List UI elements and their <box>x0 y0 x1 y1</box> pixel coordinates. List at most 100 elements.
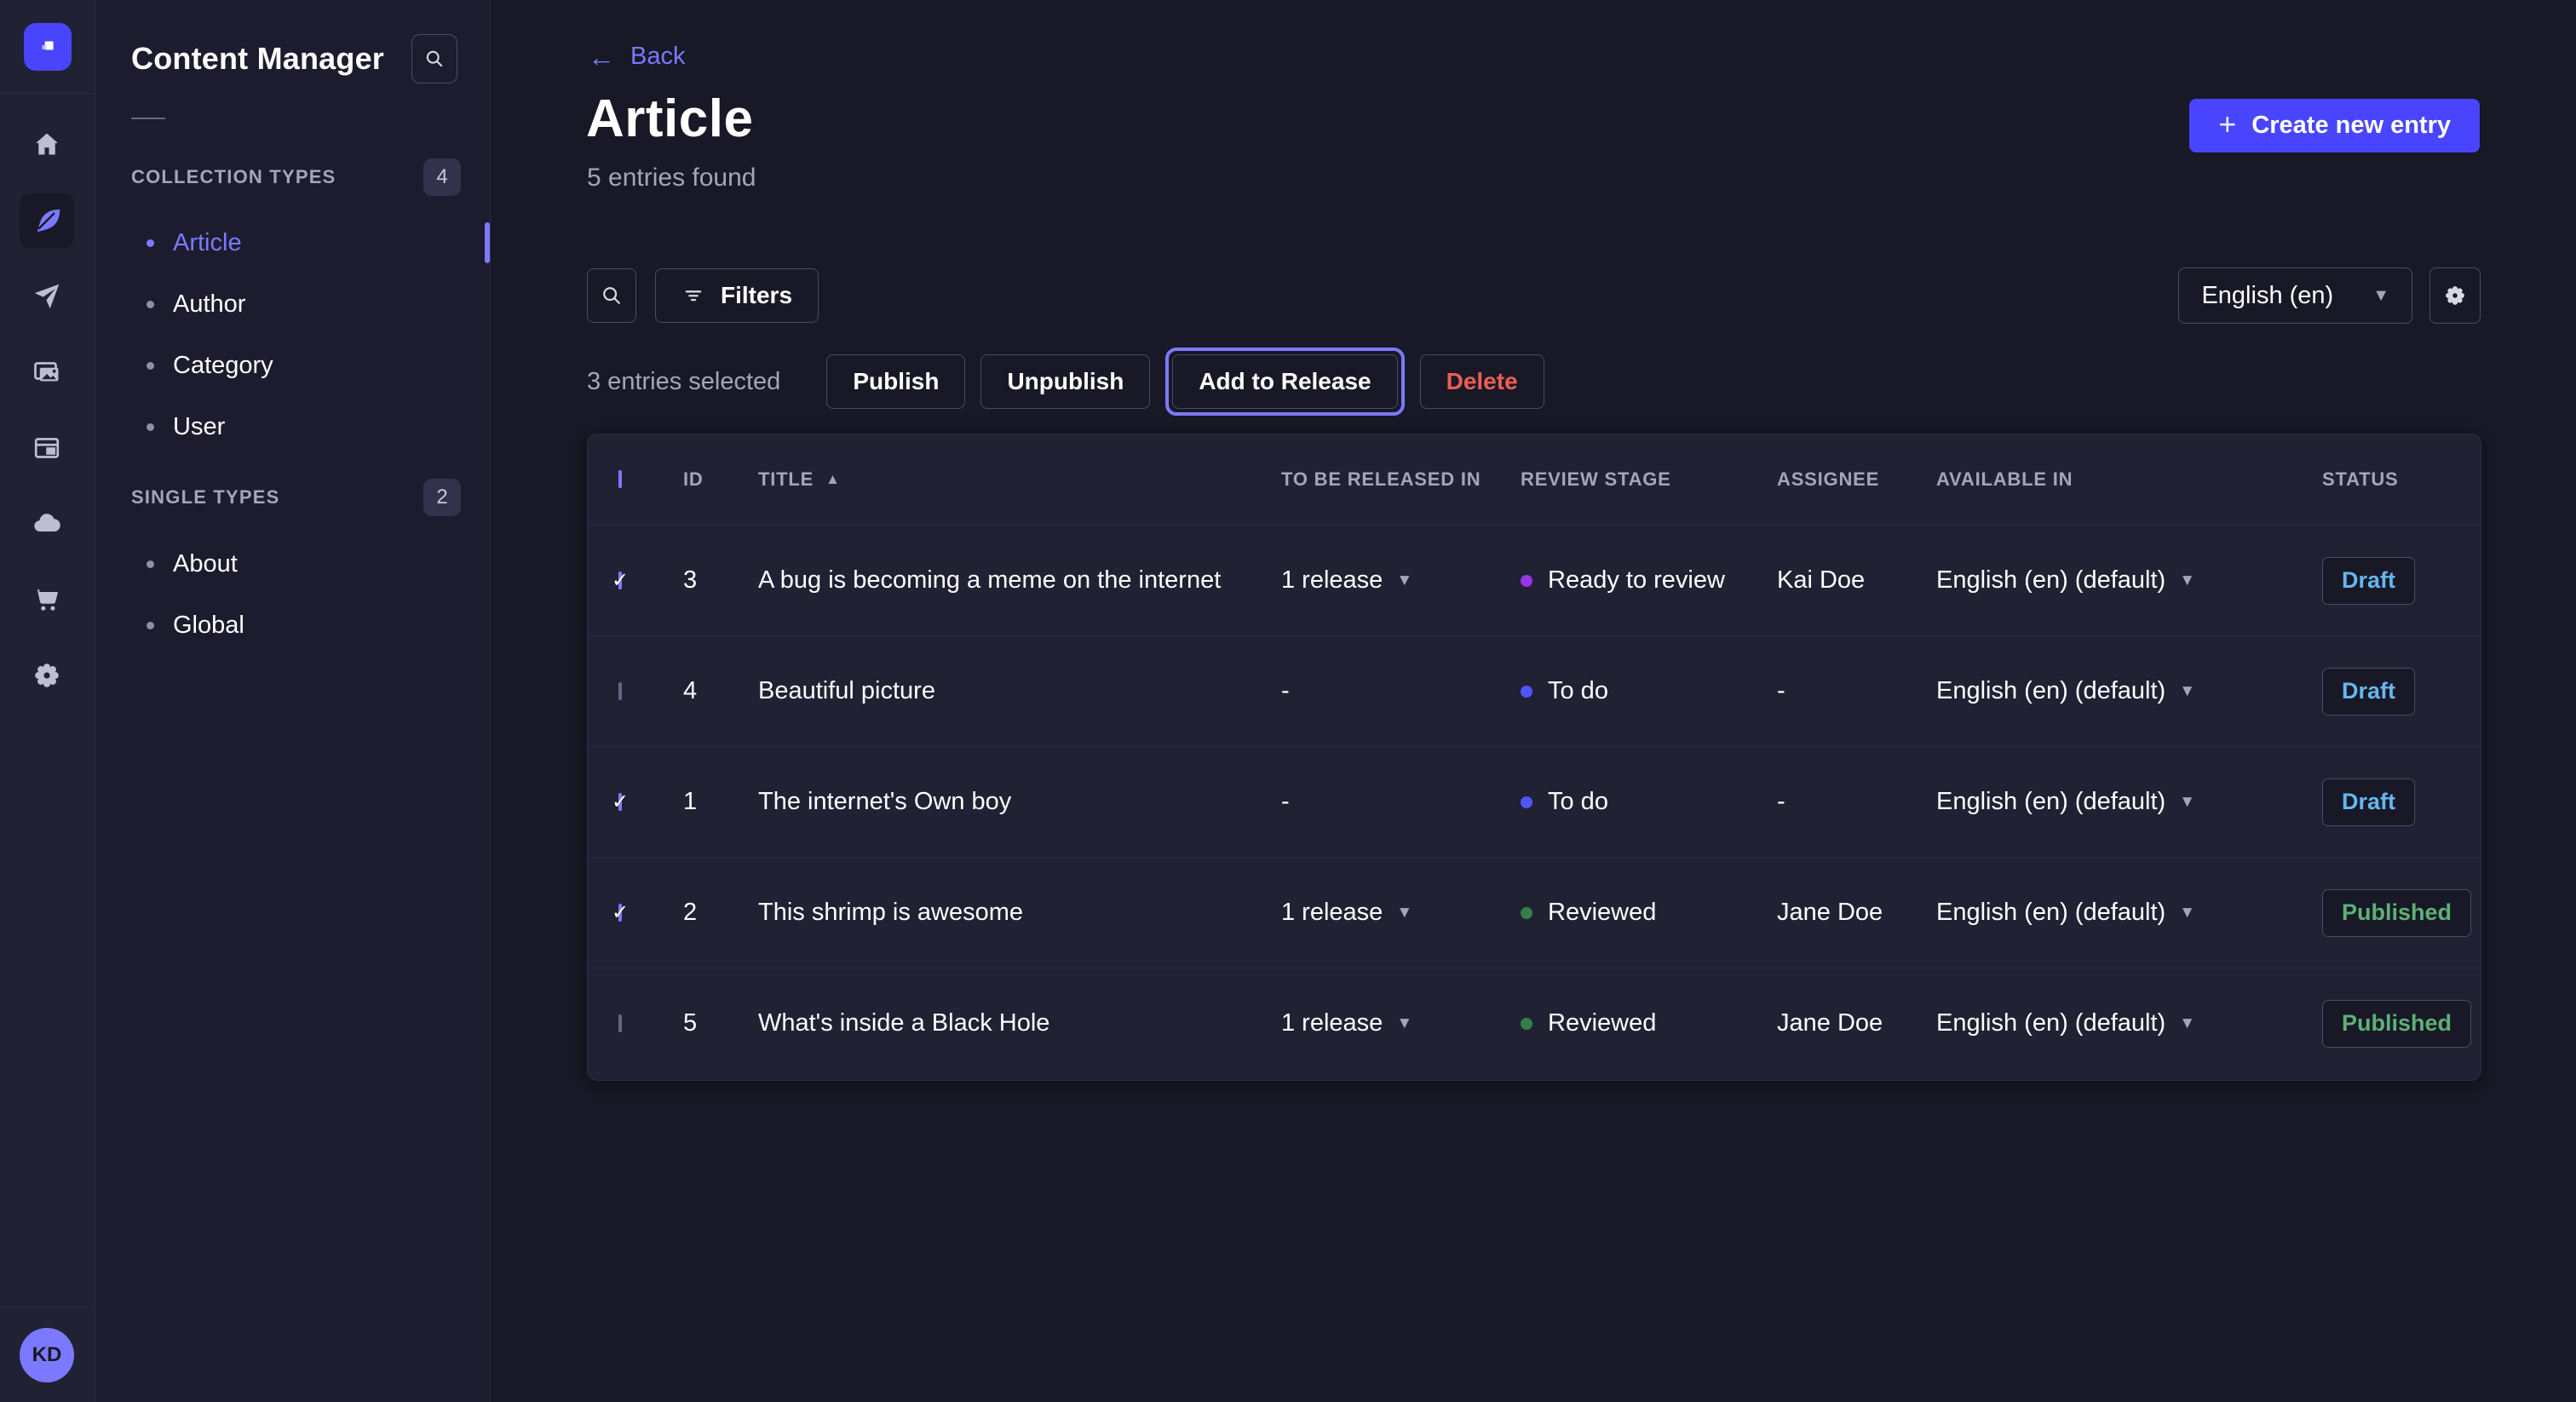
entries-count: 5 entries found <box>587 164 756 192</box>
images-icon <box>32 357 62 388</box>
cell-title: The internet's Own boy <box>758 788 1281 816</box>
select-all-checkbox[interactable] <box>618 470 622 488</box>
sidebar-item-about[interactable]: About <box>147 533 473 595</box>
table-row[interactable]: 5 What's inside a Black Hole 1 release ▼… <box>588 968 2481 1078</box>
bullet-icon <box>147 362 154 370</box>
strapi-logo-icon[interactable] <box>24 23 72 71</box>
cell-available-in[interactable]: English (en) (default) ▼ <box>1936 788 2322 816</box>
cell-id: 2 <box>683 899 758 927</box>
cell-available-in[interactable]: English (en) (default) ▼ <box>1936 899 2322 927</box>
nav-deployments[interactable] <box>20 497 74 551</box>
cell-title: This shrimp is awesome <box>758 899 1281 927</box>
publish-button[interactable]: Publish <box>826 354 965 409</box>
cell-review-stage: To do <box>1521 677 1777 705</box>
sidebar-item-global[interactable]: Global <box>147 595 473 656</box>
list-toolbar: Filters English (en) ▼ <box>587 267 2481 324</box>
create-new-entry-button[interactable]: + Create new entry <box>2189 99 2480 152</box>
user-avatar[interactable]: KD <box>20 1328 74 1382</box>
nav-media-library[interactable] <box>20 345 74 399</box>
cell-assignee: Jane Doe <box>1777 899 1936 927</box>
status-badge: Published <box>2322 1000 2471 1048</box>
delete-button[interactable]: Delete <box>1420 354 1544 409</box>
cell-assignee: Kai Doe <box>1777 566 1936 595</box>
table-row[interactable]: 4 Beautiful picture - ▼ To do - English … <box>588 635 2481 746</box>
status-badge: Draft <box>2322 779 2415 826</box>
bullet-icon <box>147 423 154 431</box>
status-badge: Draft <box>2322 668 2415 715</box>
status-badge: Published <box>2322 889 2471 937</box>
sidebar-item-category[interactable]: Category <box>147 335 473 396</box>
cell-available-in[interactable]: English (en) (default) ▼ <box>1936 566 2322 595</box>
chevron-down-icon: ▼ <box>2179 793 2195 812</box>
feather-icon <box>32 205 62 236</box>
collection-types-label: COLLECTION TYPES <box>131 166 336 188</box>
sidebar-item-user[interactable]: User <box>147 396 473 457</box>
chevron-down-icon: ▼ <box>2179 572 2195 590</box>
row-checkbox[interactable] <box>618 1014 622 1032</box>
table-header-row: ID TITLE ▲ TO BE RELEASED IN REVIEW STAG… <box>588 434 2481 525</box>
chevron-down-icon: ▼ <box>2179 904 2195 922</box>
stage-dot <box>1521 796 1532 808</box>
sidebar-item-author[interactable]: Author <box>147 273 473 335</box>
cell-release[interactable]: 1 release ▼ <box>1281 899 1521 927</box>
sidebar-item-label: Article <box>173 229 242 257</box>
cell-title: Beautiful picture <box>758 677 1281 705</box>
chevron-down-icon: ▼ <box>2179 1014 2195 1033</box>
row-checkbox[interactable] <box>618 572 622 589</box>
row-checkbox[interactable] <box>618 682 622 700</box>
table-row[interactable]: 1 The internet's Own boy - ▼ To do - Eng… <box>588 746 2481 857</box>
cell-status: Published <box>2322 889 2471 937</box>
locale-select[interactable]: English (en) ▼ <box>2178 267 2412 324</box>
page-title: Article <box>586 89 753 149</box>
table-row[interactable]: 3 A bug is becoming a meme on the intern… <box>588 525 2481 635</box>
row-checkbox[interactable] <box>618 904 622 922</box>
unpublish-button[interactable]: Unpublish <box>980 354 1150 409</box>
bullet-icon <box>147 560 154 568</box>
search-icon <box>423 47 446 71</box>
back-link[interactable]: ← Back <box>588 43 685 71</box>
cell-available-in[interactable]: English (en) (default) ▼ <box>1936 677 2322 705</box>
locale-value: English (en) <box>2201 282 2333 310</box>
chevron-down-icon: ▼ <box>1396 572 1412 590</box>
cell-status: Draft <box>2322 668 2450 715</box>
home-icon <box>32 129 62 160</box>
nav-content-manager[interactable] <box>20 193 74 248</box>
filters-button[interactable]: Filters <box>655 268 819 323</box>
filter-icon <box>681 284 705 307</box>
nav-settings[interactable] <box>20 648 74 703</box>
layout-icon <box>32 433 62 463</box>
cell-release: - ▼ <box>1281 677 1521 705</box>
collection-types-count: 4 <box>423 158 461 196</box>
nav-releases[interactable] <box>20 269 74 324</box>
view-settings-button[interactable] <box>2429 267 2481 324</box>
table-search-button[interactable] <box>587 268 636 323</box>
strapi-admin: KD Content Manager COLLECTION TYPES 4 Ar… <box>0 0 2576 1402</box>
cell-title: What's inside a Black Hole <box>758 1009 1281 1037</box>
sidebar-item-label: Author <box>173 290 245 319</box>
row-checkbox[interactable] <box>618 793 622 811</box>
column-header-status: STATUS <box>2322 468 2450 491</box>
entries-table: ID TITLE ▲ TO BE RELEASED IN REVIEW STAG… <box>587 434 2481 1081</box>
column-header-available: AVAILABLE IN <box>1936 468 2322 491</box>
cell-assignee: Jane Doe <box>1777 1009 1936 1037</box>
nav-content-type-builder[interactable] <box>20 421 74 475</box>
table-row[interactable]: 2 This shrimp is awesome 1 release ▼ Rev… <box>588 857 2481 968</box>
sidebar-item-article[interactable]: Article <box>147 212 473 273</box>
stage-dot <box>1521 907 1532 919</box>
sidebar-item-label: User <box>173 413 225 441</box>
nav-marketplace[interactable] <box>20 572 74 627</box>
sidebar-item-label: Category <box>173 352 273 380</box>
filters-label: Filters <box>721 282 792 309</box>
add-to-release-button[interactable]: Add to Release <box>1172 354 1397 409</box>
cell-available-in[interactable]: English (en) (default) ▼ <box>1936 1009 2322 1037</box>
sidebar-search-button[interactable] <box>411 34 457 83</box>
single-types-count: 2 <box>423 479 461 516</box>
cell-status: Draft <box>2322 557 2450 605</box>
cell-release[interactable]: 1 release ▼ <box>1281 1009 1521 1037</box>
cart-icon <box>32 584 62 615</box>
cell-release[interactable]: 1 release ▼ <box>1281 566 1521 595</box>
cell-title: A bug is becoming a meme on the internet <box>758 566 1281 595</box>
nav-home[interactable] <box>20 118 74 172</box>
column-header-id: ID <box>683 468 758 491</box>
column-header-title[interactable]: TITLE ▲ <box>758 468 1281 491</box>
